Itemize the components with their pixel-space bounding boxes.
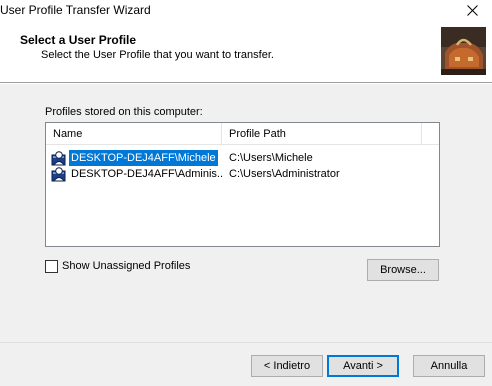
user-profile-icon: [51, 151, 66, 166]
next-button[interactable]: Avanti >: [327, 355, 399, 377]
close-icon: [466, 4, 478, 16]
wizard-body: Profiles stored on this computer: Name P…: [0, 84, 492, 342]
close-button[interactable]: [462, 1, 482, 19]
list-header: Name Profile Path: [46, 123, 439, 145]
checkbox-box[interactable]: [45, 259, 58, 273]
profile-path: C:\Users\Administrator: [229, 168, 340, 180]
user-profile-icon: [51, 167, 66, 182]
profiles-label: Profiles stored on this computer:: [45, 106, 203, 118]
cancel-button[interactable]: Annulla: [413, 355, 485, 377]
column-header-profile-path[interactable]: Profile Path: [222, 123, 422, 145]
column-header-name[interactable]: Name: [46, 123, 222, 145]
back-button[interactable]: < Indietro: [251, 355, 323, 377]
window-title: User Profile Transfer Wizard: [0, 3, 151, 17]
wizard-header: Select a User Profile Select the User Pr…: [0, 22, 492, 82]
browse-button[interactable]: Browse...: [367, 259, 439, 281]
profile-name: DESKTOP-DEJ4AFF\Adminis...: [71, 168, 222, 180]
list-item[interactable]: DESKTOP-DEJ4AFF\Michele C:\Users\Michele: [46, 150, 439, 166]
show-unassigned-label: Show Unassigned Profiles: [62, 260, 191, 272]
title-bar: User Profile Transfer Wizard: [0, 0, 492, 22]
profile-path: C:\Users\Michele: [229, 152, 313, 164]
header-title: Select a User Profile: [20, 33, 137, 47]
profiles-list[interactable]: Name Profile Path DESKTOP-DEJ4AFF\Michel…: [45, 122, 440, 247]
list-item[interactable]: DESKTOP-DEJ4AFF\Adminis... C:\Users\Admi…: [46, 166, 439, 182]
suitcase-icon: [441, 27, 486, 75]
profile-name: DESKTOP-DEJ4AFF\Michele: [69, 150, 218, 166]
show-unassigned-checkbox[interactable]: Show Unassigned Profiles: [45, 258, 190, 274]
wizard-footer: < Indietro Avanti > Annulla: [0, 343, 492, 386]
header-subtitle: Select the User Profile that you want to…: [41, 49, 274, 61]
